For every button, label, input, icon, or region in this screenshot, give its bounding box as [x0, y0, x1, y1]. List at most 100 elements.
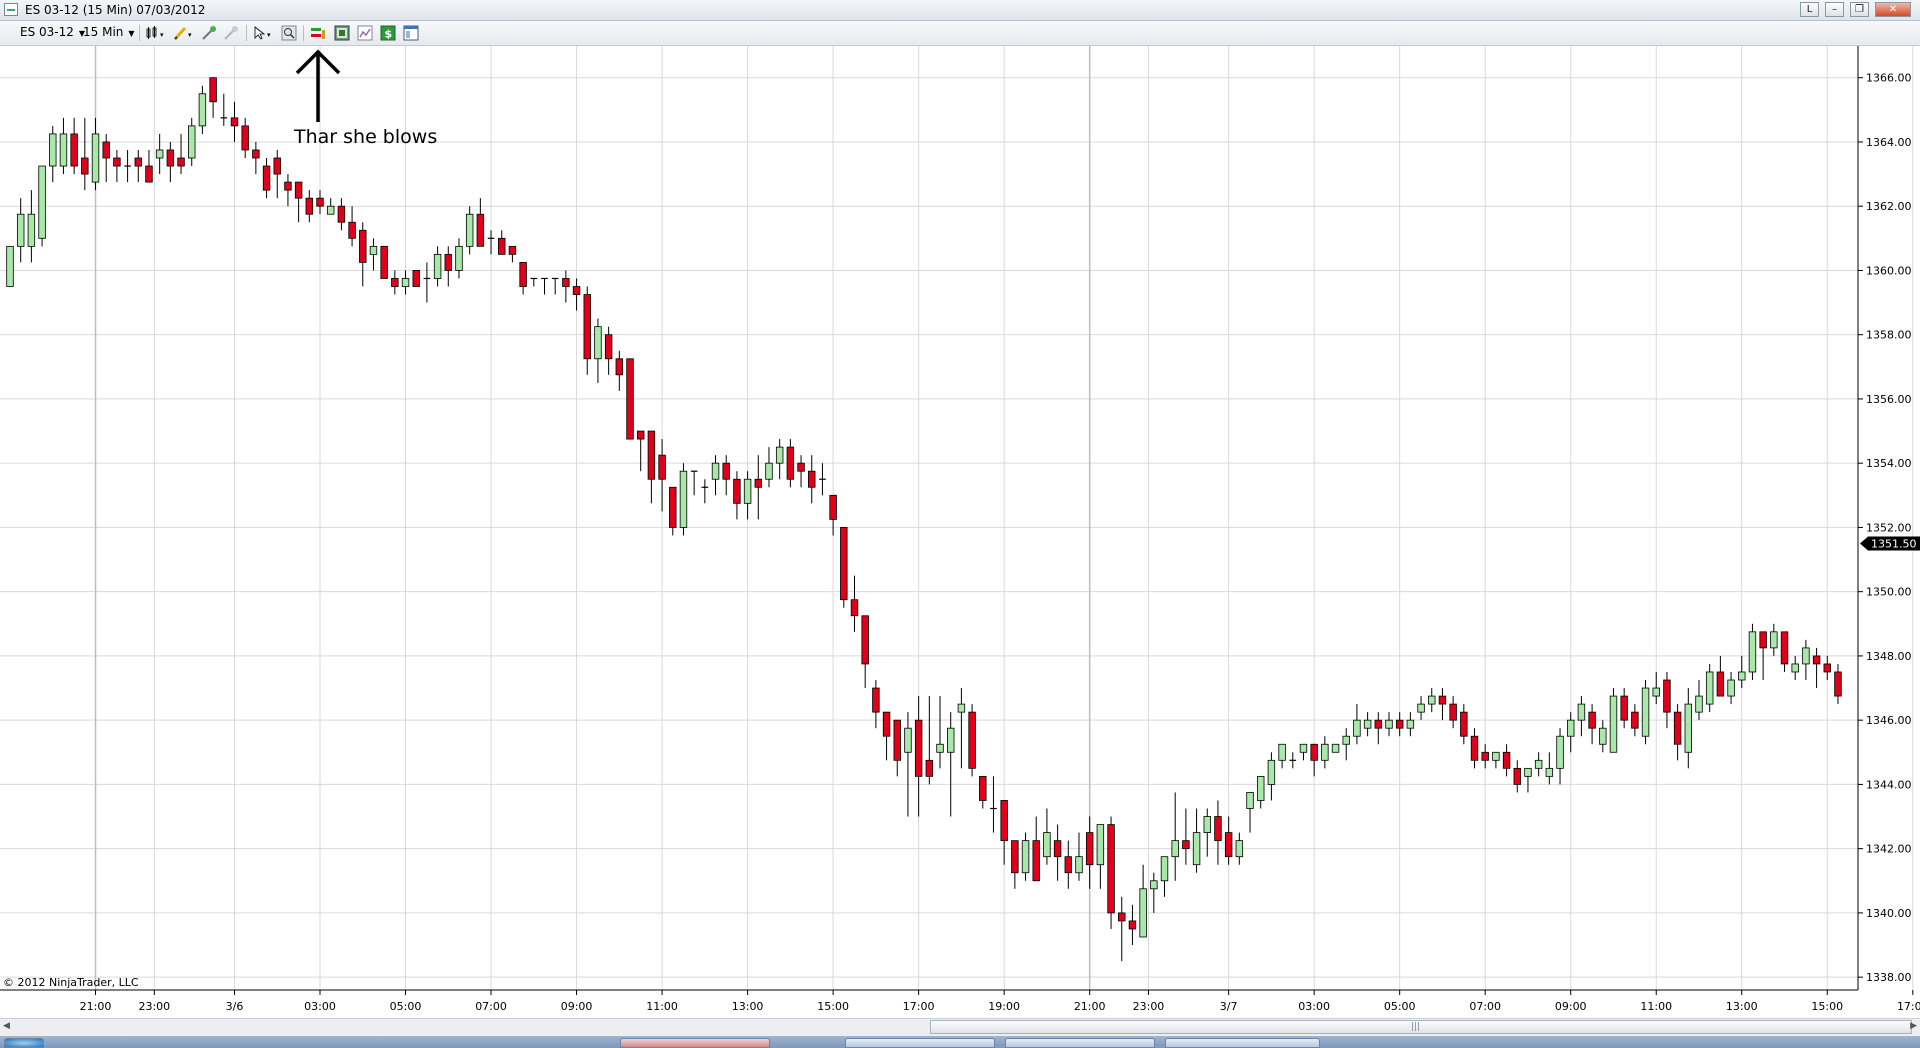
y-tick-label: 1366.00	[1866, 72, 1912, 85]
candle-body	[1545, 767, 1554, 777]
y-tick-label: 1348.00	[1866, 650, 1912, 663]
instrument-selector[interactable]: ES 03-12 ▼	[20, 25, 85, 39]
candle-body	[70, 133, 78, 167]
x-tick-label: 17:00	[903, 1000, 935, 1013]
bar-type-icon[interactable]: ▾	[145, 25, 167, 41]
taskbar-item[interactable]	[1005, 1038, 1155, 1048]
x-tick-label: 03:00	[304, 1000, 336, 1013]
taskbar-item[interactable]	[845, 1038, 995, 1048]
x-tick-label: 13:00	[1726, 1000, 1758, 1013]
candle-body	[1331, 743, 1340, 753]
candle-body	[754, 478, 763, 488]
y-tick-label: 1342.00	[1866, 843, 1912, 856]
candle-body	[1353, 719, 1361, 737]
y-tick-label: 1338.00	[1866, 971, 1912, 984]
candle-body	[1534, 759, 1543, 769]
dollar-icon[interactable]: $	[380, 25, 396, 41]
candle-body	[252, 149, 260, 159]
candle-body	[1802, 647, 1810, 665]
candle-body	[1406, 719, 1415, 729]
scroll-thumb[interactable]: |||	[930, 1020, 1912, 1034]
candle-body	[391, 278, 399, 287]
candle-body	[979, 775, 987, 801]
candle-body	[1428, 695, 1436, 705]
candle-body	[1182, 840, 1190, 850]
app-chart-icon	[4, 3, 18, 16]
candle-body	[1620, 695, 1628, 721]
candle-body	[1235, 840, 1244, 858]
candle-body	[1256, 775, 1265, 801]
candle-body	[733, 478, 741, 504]
start-button[interactable]	[4, 1038, 44, 1048]
y-tick-label: 1350.00	[1866, 586, 1912, 599]
candle-body	[155, 149, 164, 159]
candle-body	[1214, 816, 1222, 842]
window-layout-icon[interactable]	[403, 25, 419, 41]
candle-body	[882, 711, 891, 737]
zoom-icon[interactable]	[281, 25, 297, 41]
candle-body	[465, 213, 474, 247]
svg-text:▾: ▾	[188, 31, 192, 39]
taskbar-item[interactable]	[620, 1038, 770, 1048]
candle-body	[1053, 840, 1062, 858]
candle-body	[1203, 816, 1211, 833]
candle-body	[1738, 671, 1746, 681]
candle-body	[1716, 671, 1725, 697]
candle-body	[1481, 751, 1489, 761]
x-tick-label: 3/7	[1220, 1000, 1238, 1013]
candle-body	[380, 245, 388, 279]
candle-body	[1075, 856, 1083, 874]
candle-body	[1460, 711, 1468, 737]
candle-body	[1470, 735, 1479, 761]
candle-body	[797, 462, 805, 472]
candle-body	[1374, 719, 1383, 729]
candle-body	[1791, 663, 1799, 673]
candle-body	[1727, 679, 1735, 697]
candle-body	[861, 615, 869, 665]
candle-body	[786, 446, 795, 480]
candle-body	[1278, 743, 1286, 761]
os-taskbar	[0, 1036, 1920, 1048]
minimize-button[interactable]: –	[1825, 2, 1844, 17]
crosshair-pointer-icon[interactable]	[223, 25, 239, 41]
scroll-left-icon[interactable]: ◀	[3, 1021, 10, 1031]
candle-body	[711, 462, 720, 480]
candle-body	[1502, 751, 1511, 769]
candle-body	[369, 245, 378, 255]
properties-icon[interactable]	[357, 25, 373, 41]
taskbar-item[interactable]	[1165, 1038, 1320, 1048]
candle-body	[1321, 743, 1329, 761]
candle-body	[412, 270, 420, 287]
candle-body	[145, 165, 153, 183]
candle-body	[1556, 735, 1564, 769]
link-button[interactable]: L	[1800, 2, 1819, 17]
scroll-right-icon[interactable]: ▶	[1910, 1021, 1917, 1031]
chart-trader-icon[interactable]	[310, 25, 326, 41]
candle-body	[498, 237, 506, 255]
candle-body	[1834, 671, 1842, 697]
candle-body	[1021, 840, 1030, 874]
data-box-icon[interactable]	[334, 25, 350, 41]
candle-body	[230, 117, 239, 127]
instrument-label: ES 03-12	[20, 25, 74, 39]
candle-body	[1395, 719, 1404, 729]
cursor-select-icon[interactable]: ▾	[252, 25, 274, 41]
candle-body	[1224, 832, 1233, 858]
candle-body	[1812, 655, 1821, 665]
toolbar-separator	[246, 25, 247, 41]
candle-body	[294, 181, 303, 199]
horizontal-scrollbar[interactable]: ◀ ||| ▶	[0, 1018, 1920, 1036]
price-chart[interactable]: 1338.00 1340.00 1342.00 1344.00 1346.00 1348.…	[0, 46, 1920, 1018]
close-button[interactable]: ✕	[1875, 2, 1911, 17]
candle-body	[209, 77, 217, 103]
candle-body	[1599, 727, 1607, 745]
candle-body	[1043, 832, 1051, 858]
x-tick-label: 05:00	[390, 1000, 422, 1013]
magic-wand-icon[interactable]	[201, 25, 217, 41]
candle-body	[326, 205, 335, 215]
interval-selector[interactable]: 15 Min ▼	[83, 25, 135, 39]
candle-body	[519, 262, 527, 287]
pencil-draw-icon[interactable]: ▾	[173, 25, 195, 41]
annotation-text: Thar she blows	[293, 126, 437, 148]
restore-button[interactable]: ❐	[1850, 2, 1869, 17]
